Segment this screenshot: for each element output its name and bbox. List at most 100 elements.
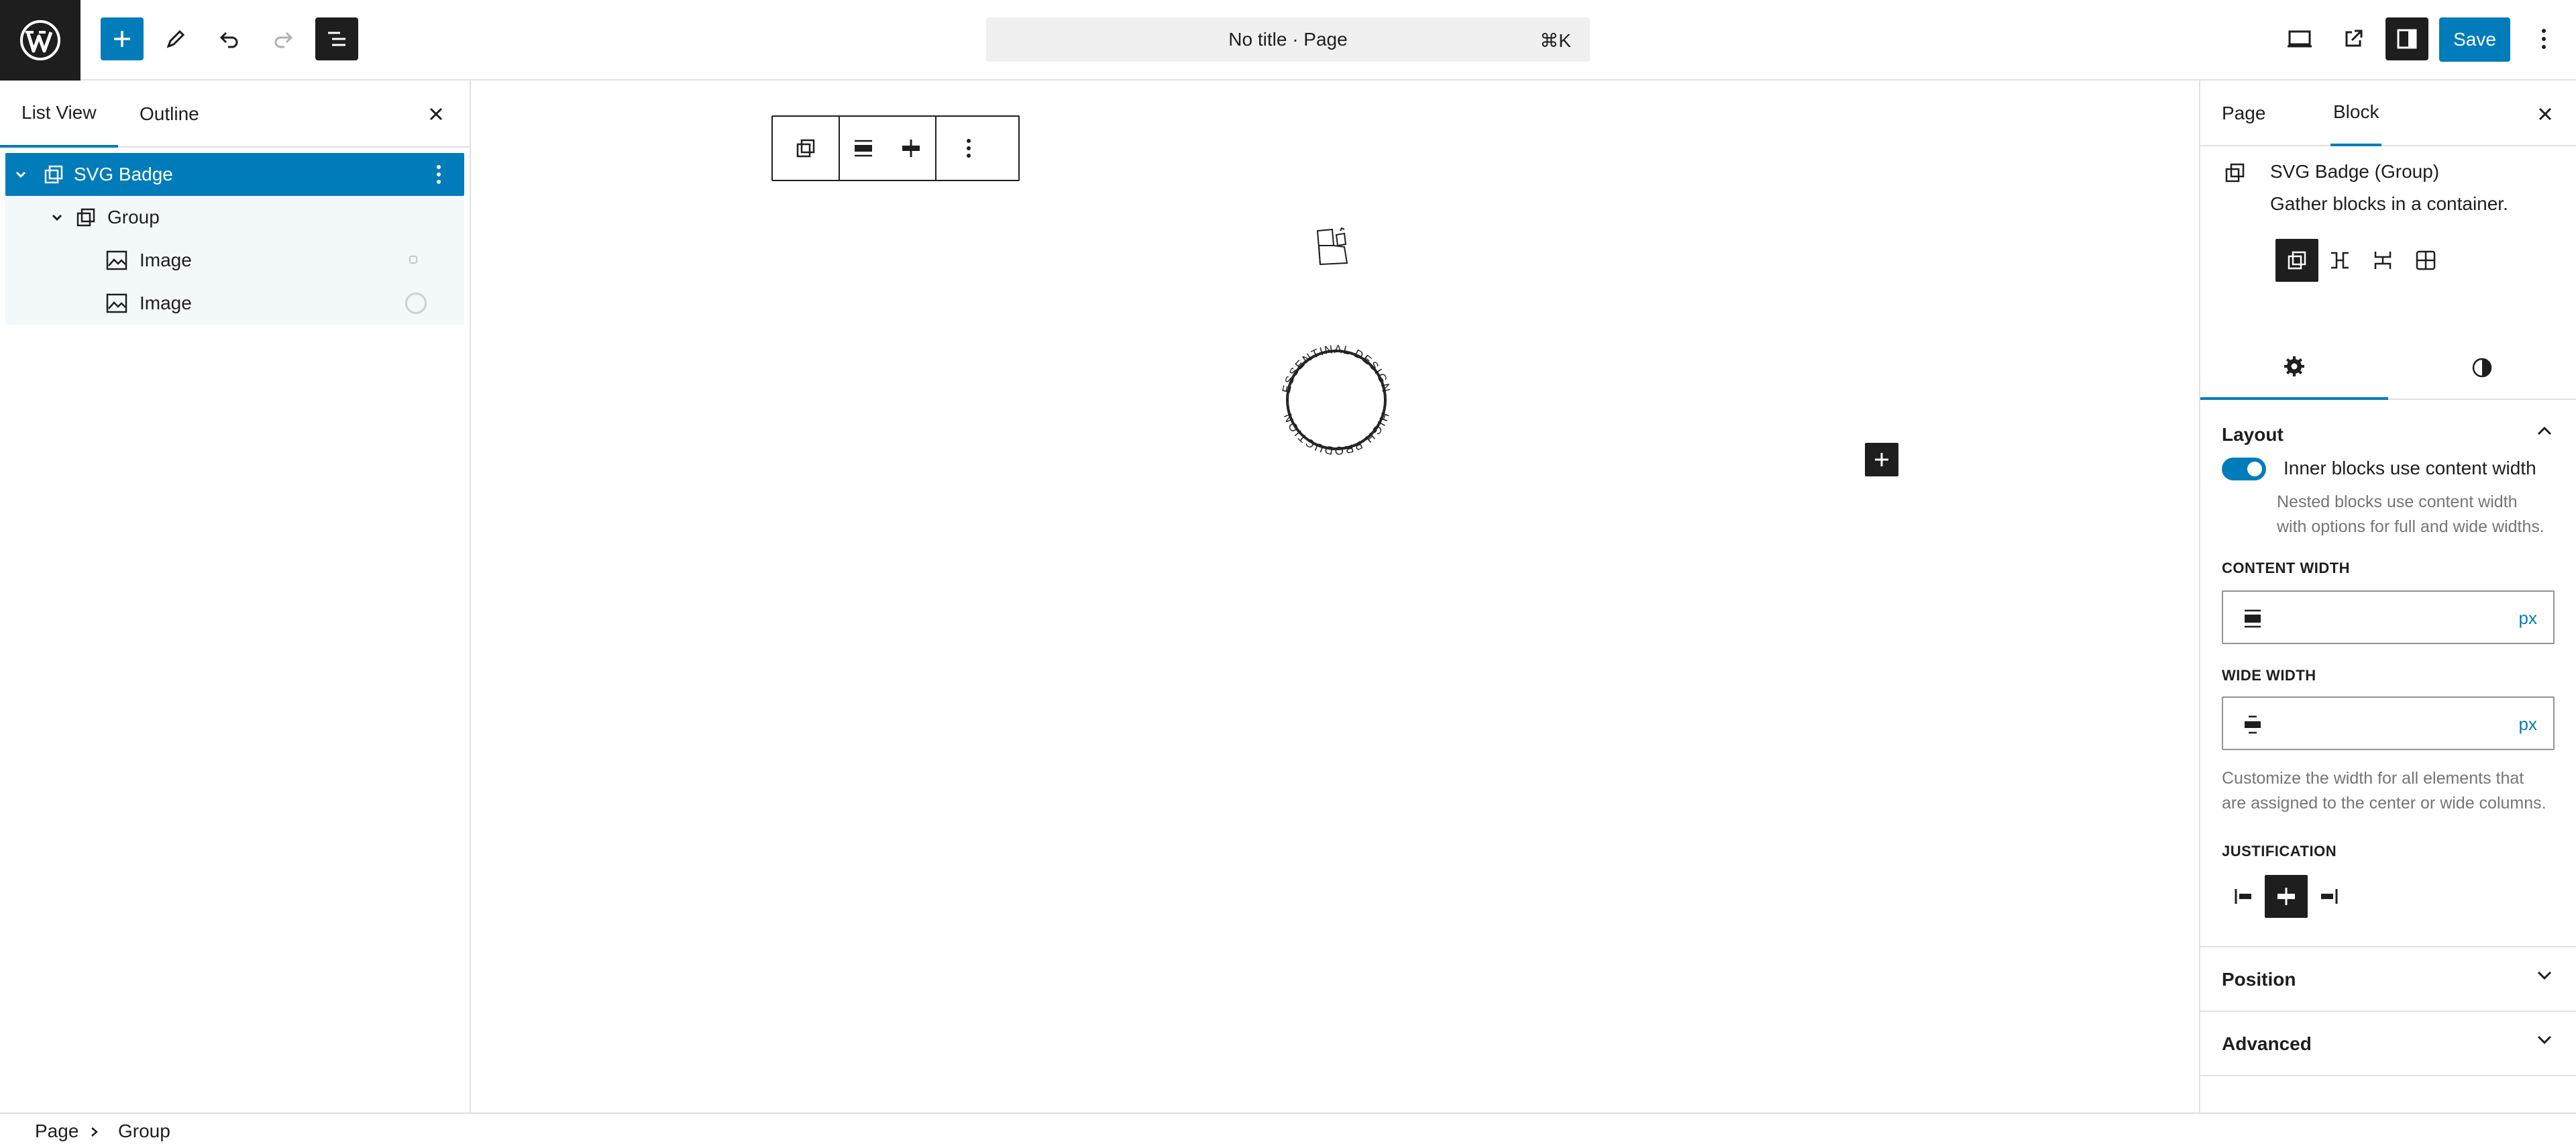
inspector-tabs <box>2200 335 2576 400</box>
close-sidebar-button[interactable] <box>2532 101 2559 127</box>
group-icon <box>796 139 815 158</box>
block-inserter-button[interactable] <box>101 17 144 60</box>
align-none-icon <box>855 140 872 157</box>
help-line: with options for full and wide widths. <box>2277 517 2544 536</box>
badge-image[interactable]: ESSENTINAL DESIGN HIGH PRODUCTION <box>1271 334 1402 466</box>
list-item[interactable]: SVG Badge <box>5 153 464 196</box>
group-icon <box>2288 251 2306 270</box>
tab-list-view[interactable]: List View <box>0 81 118 148</box>
redo-button[interactable] <box>262 17 305 60</box>
block-variations <box>2275 239 2447 282</box>
align-button[interactable] <box>840 117 887 180</box>
position-panel-toggle[interactable]: Position <box>2200 947 2576 1012</box>
list-view-tabs: List View Outline <box>0 81 470 148</box>
save-button[interactable]: Save <box>2439 17 2510 62</box>
document-title: No title · Page <box>1228 29 1348 50</box>
unit-select[interactable]: px <box>2519 608 2537 629</box>
align-none-icon <box>2245 609 2261 628</box>
justify-left-icon <box>2235 889 2251 904</box>
breadcrumb-group[interactable]: Group <box>118 1121 170 1142</box>
block-options-button[interactable] <box>936 117 1001 180</box>
wide-width-input[interactable] <box>2277 705 2478 742</box>
list-view-icon <box>328 32 345 46</box>
editor-canvas[interactable]: ESSENTINAL DESIGN HIGH PRODUCTION <box>471 81 2199 1112</box>
block-tree: SVG Badge Group Image Image <box>5 153 464 325</box>
block-breadcrumb: Page Group <box>0 1112 2576 1146</box>
toggle-help: Nested blocks use content width with opt… <box>2277 490 2544 539</box>
justify-right-icon <box>2321 889 2338 904</box>
variation-stack-button[interactable] <box>2361 239 2404 282</box>
variation-group-button[interactable] <box>2275 239 2318 282</box>
sidebar-icon <box>2397 29 2417 49</box>
list-item-label: Image <box>140 250 192 270</box>
content-width-label: CONTENT WIDTH <box>2222 560 2351 576</box>
list-item-label: Group <box>107 207 160 227</box>
preview-button[interactable] <box>2278 17 2321 60</box>
panel-title: Layout <box>2222 424 2284 445</box>
group-icon <box>72 204 99 231</box>
block-appender-button[interactable] <box>1865 443 1898 476</box>
variation-row-button[interactable] <box>2318 239 2361 282</box>
options-menu-button[interactable] <box>2522 17 2565 60</box>
view-page-button[interactable] <box>2332 17 2375 60</box>
tab-settings[interactable] <box>2200 335 2388 400</box>
group-icon <box>40 161 67 188</box>
plus-icon <box>114 31 130 47</box>
close-list-view-button[interactable] <box>423 101 449 127</box>
breadcrumb-page[interactable]: Page <box>35 1121 78 1142</box>
undo-icon <box>219 32 238 48</box>
tab-label: Block <box>2333 101 2379 122</box>
toggle-label: Inner blocks use content width <box>2284 458 2536 478</box>
wide-width-field: px <box>2222 696 2555 750</box>
chevron-down-icon[interactable] <box>11 164 31 185</box>
block-toolbar <box>771 115 1020 181</box>
loading-spinner-icon <box>405 293 427 314</box>
command-palette-button[interactable]: No title · Page ⌘K <box>986 17 1590 62</box>
more-vertical-icon <box>967 139 971 158</box>
block-type-button[interactable] <box>773 117 839 180</box>
list-item[interactable]: Image <box>5 282 464 325</box>
tab-block[interactable]: Block <box>2330 81 2382 146</box>
justify-right-button[interactable] <box>2308 875 2351 918</box>
sidebar-tabs: Page Block <box>2200 81 2576 146</box>
justify-center-button[interactable] <box>2265 875 2308 918</box>
image-icon <box>103 247 130 274</box>
wide-width-label: WIDE WIDTH <box>2222 667 2316 684</box>
tab-outline[interactable]: Outline <box>118 81 221 148</box>
content-width-input[interactable] <box>2277 598 2478 636</box>
variation-grid-button[interactable] <box>2404 239 2447 282</box>
undo-button[interactable] <box>208 17 251 60</box>
help-line: are assigned to the center or wide colum… <box>2222 794 2546 813</box>
chair-illustration-image[interactable] <box>1311 225 1354 268</box>
tab-styles[interactable] <box>2388 335 2576 400</box>
advanced-panel-toggle[interactable]: Advanced <box>2200 1012 2576 1076</box>
list-item-label: Image <box>140 293 192 313</box>
chevron-up-icon <box>2537 426 2552 435</box>
block-description: Gather blocks in a container. <box>2270 193 2508 214</box>
panel-title: Advanced <box>2222 1033 2312 1054</box>
list-item[interactable]: Image <box>5 239 464 282</box>
tab-page[interactable]: Page <box>2222 81 2265 146</box>
tab-label: Outline <box>140 103 199 124</box>
justify-left-button[interactable] <box>2222 875 2265 918</box>
justify-center-icon <box>902 140 920 157</box>
wordpress-logo-button[interactable] <box>0 0 80 81</box>
justification-label: JUSTIFICATION <box>2222 843 2337 860</box>
content-width-toggle[interactable] <box>2222 458 2266 480</box>
tools-button[interactable] <box>154 17 197 60</box>
chevron-down-icon[interactable] <box>47 207 67 227</box>
unit-select[interactable]: px <box>2519 714 2537 735</box>
justify-center-icon <box>2277 888 2295 905</box>
stretch-wide-icon <box>2245 715 2261 734</box>
justify-button[interactable] <box>887 117 935 180</box>
plus-icon <box>1875 453 1888 466</box>
list-item[interactable]: Group <box>5 196 464 239</box>
more-vertical-icon <box>2542 29 2546 49</box>
settings-sidebar: Page Block SVG Badge (Group) Gather bloc… <box>2199 81 2576 1112</box>
settings-sidebar-toggle[interactable] <box>2385 17 2428 60</box>
chevron-down-icon <box>2537 1035 2552 1045</box>
block-options-button[interactable] <box>427 162 451 187</box>
document-overview-button[interactable] <box>315 17 358 60</box>
image-thumbnail <box>409 256 417 264</box>
redo-icon <box>274 32 293 48</box>
